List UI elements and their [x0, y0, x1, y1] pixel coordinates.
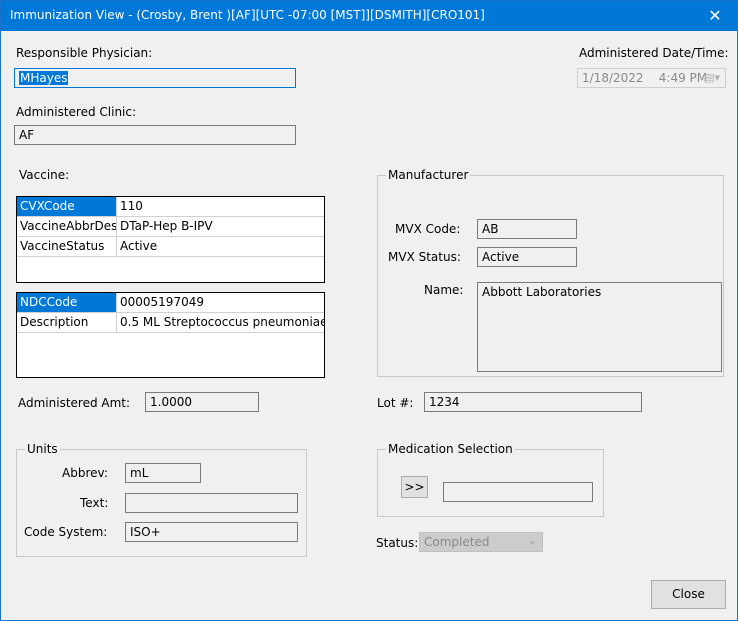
mvx-status-field[interactable]: Active — [477, 247, 577, 267]
vaccine-key-status[interactable]: VaccineStatus — [17, 237, 117, 256]
lot-label: Lot #: — [377, 396, 414, 410]
units-text-field[interactable] — [125, 493, 298, 513]
admin-date-value: 1/18/2022 — [582, 71, 644, 85]
vaccine-grid: CVXCode 110 VaccineAbbrDesc DTaP-Hep B-I… — [16, 196, 325, 283]
admin-amt-value: 1.0000 — [150, 395, 192, 409]
admin-amt-label: Administered Amt: — [18, 396, 131, 410]
immunization-view-window: Immunization View - (Crosby, Brent )[AF]… — [0, 0, 738, 621]
lot-field[interactable]: 1234 — [424, 392, 642, 412]
mvx-code-value: AB — [482, 222, 499, 236]
clinic-value: AF — [19, 128, 35, 142]
ndc-grid: NDCCode 00005197049 Description 0.5 ML S… — [16, 292, 325, 378]
medication-field[interactable] — [443, 482, 593, 502]
close-icon[interactable]: ✕ — [693, 1, 737, 31]
vaccine-key-abbrdesc[interactable]: VaccineAbbrDesc — [17, 217, 117, 236]
manufacturer-name-label: Name: — [424, 283, 464, 297]
physician-label: Responsible Physician: — [16, 46, 153, 60]
vaccine-value-cvxcode[interactable]: 110 — [117, 197, 324, 216]
clinic-field[interactable]: AF — [14, 125, 296, 145]
units-abbrev-field[interactable]: mL — [125, 463, 201, 483]
lot-value: 1234 — [429, 395, 460, 409]
medication-select-button[interactable]: >> — [401, 476, 428, 498]
manufacturer-name-field[interactable]: Abbott Laboratories — [477, 282, 722, 372]
physician-value: MHayes — [19, 71, 69, 85]
title-bar: Immunization View - (Crosby, Brent )[AF]… — [1, 1, 737, 31]
table-row[interactable]: NDCCode 00005197049 — [17, 293, 324, 313]
mvx-status-label: MVX Status: — [388, 250, 461, 264]
vaccine-label: Vaccine: — [19, 168, 70, 182]
units-abbrev-label: Abbrev: — [62, 466, 108, 480]
units-abbrev-value: mL — [130, 466, 149, 480]
medication-selection-caption: Medication Selection — [386, 442, 515, 456]
admin-amt-field[interactable]: 1.0000 — [145, 392, 259, 412]
ndc-value-description[interactable]: 0.5 ML Streptococcus pneumoniae sero... — [117, 313, 324, 332]
physician-field[interactable]: MHayes — [14, 68, 296, 88]
table-row[interactable]: VaccineAbbrDesc DTaP-Hep B-IPV — [17, 217, 324, 237]
admin-time-value: 4:49 PM — [658, 71, 708, 85]
mvx-code-label: MVX Code: — [395, 222, 461, 236]
table-row[interactable]: Description 0.5 ML Streptococcus pneumon… — [17, 313, 324, 333]
status-dropdown[interactable]: Completed ⌄ — [419, 532, 543, 552]
manufacturer-caption: Manufacturer — [386, 168, 471, 182]
mvx-status-value: Active — [482, 250, 520, 264]
mvx-code-field[interactable]: AB — [477, 219, 577, 239]
ndc-key-description[interactable]: Description — [17, 313, 117, 332]
status-value: Completed — [424, 535, 490, 549]
manufacturer-name-value: Abbott Laboratories — [482, 285, 602, 299]
units-code-system-label: Code System: — [24, 525, 108, 539]
table-row[interactable]: VaccineStatus Active — [17, 237, 324, 257]
close-button[interactable]: Close — [651, 580, 726, 609]
vaccine-key-cvxcode[interactable]: CVXCode — [17, 197, 117, 216]
units-text-label: Text: — [80, 496, 109, 510]
units-code-system-field[interactable]: ISO+ — [125, 522, 298, 542]
clinic-label: Administered Clinic: — [16, 105, 137, 119]
ndc-key-code[interactable]: NDCCode — [17, 293, 117, 312]
calendar-dropdown-icon[interactable]: ▤▾ — [704, 71, 720, 84]
ndc-value-code[interactable]: 00005197049 — [117, 293, 324, 312]
status-label: Status: — [376, 536, 419, 550]
units-caption: Units — [25, 442, 60, 456]
admin-datetime-label: Administered Date/Time: — [579, 46, 729, 60]
admin-datetime-picker[interactable]: 1/18/2022 4:49 PM ▤▾ — [577, 68, 726, 88]
vaccine-value-abbrdesc[interactable]: DTaP-Hep B-IPV — [117, 217, 324, 236]
table-row[interactable]: CVXCode 110 — [17, 197, 324, 217]
window-title: Immunization View - (Crosby, Brent )[AF]… — [10, 8, 485, 22]
vaccine-value-status[interactable]: Active — [117, 237, 324, 256]
units-code-system-value: ISO+ — [130, 525, 161, 539]
chevron-down-icon: ⌄ — [527, 534, 537, 547]
